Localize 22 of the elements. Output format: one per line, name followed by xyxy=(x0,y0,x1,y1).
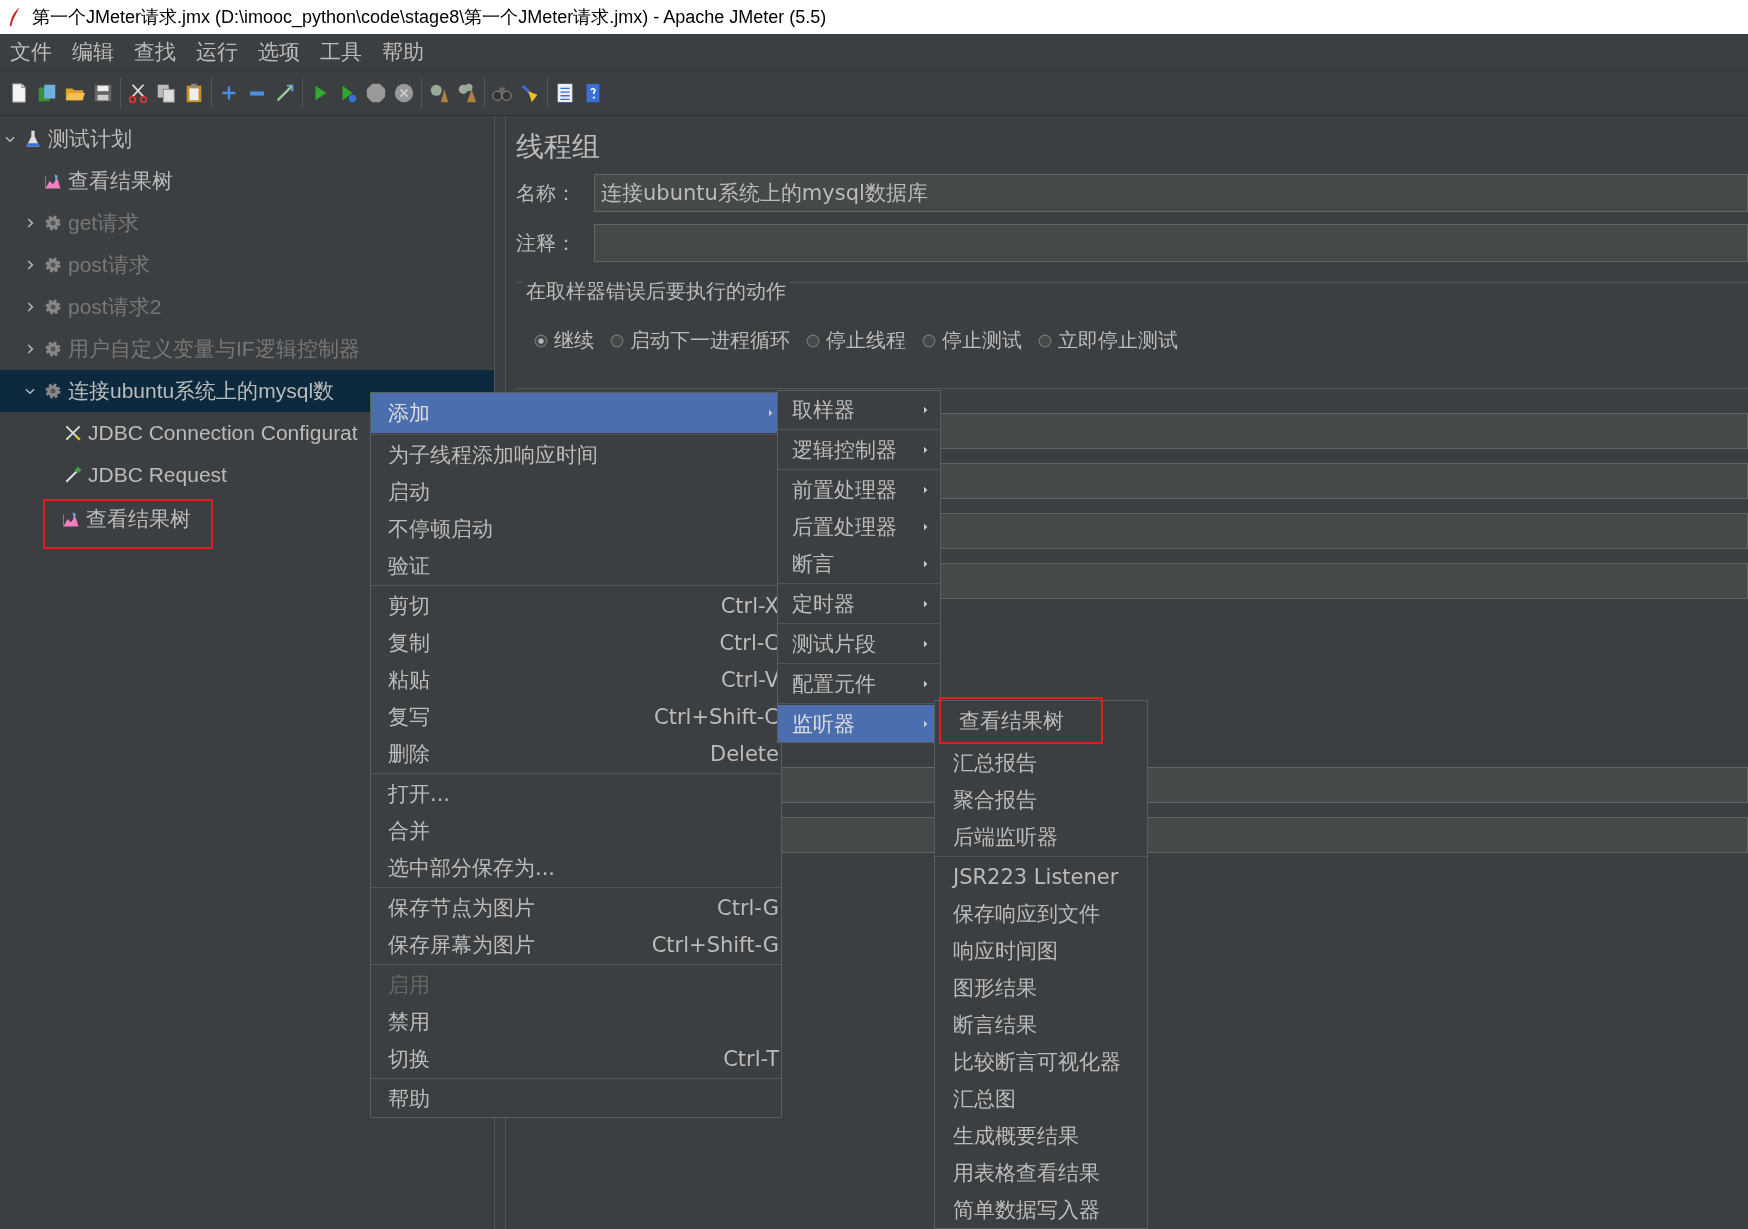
tree-label: post请求2 xyxy=(68,294,162,320)
shortcut-label: Ctrl-G xyxy=(717,895,779,920)
shortcut-label: Ctrl-C xyxy=(719,630,779,655)
tree-label: 用户自定义变量与IF逻辑控制器 xyxy=(68,336,360,362)
tree-label: JDBC Connection Configurat xyxy=(88,421,358,445)
tree-label: 查看结果树 xyxy=(68,168,173,194)
field-label: 名称： xyxy=(516,179,577,207)
tree-label: post请求 xyxy=(68,252,150,278)
window-title: 第一个JMeter请求.jmx (D:\imooc_python\code\stage8\第一个JMeter请求.jmx) - Apache JMeter (5.5) xyxy=(32,6,827,29)
panel-title: 线程组 xyxy=(516,129,601,165)
shortcut-label: Ctrl-X xyxy=(720,593,779,618)
shortcut-label: Delete xyxy=(710,741,779,766)
tree-label: get请求 xyxy=(68,210,140,236)
shortcut-label: Ctrl-V xyxy=(720,667,779,692)
tree-label: 测试计划 xyxy=(48,126,132,152)
tree-label: 连接ubuntu系统上的mysql数 xyxy=(68,378,335,404)
shortcut-label: Ctrl+Shift-C xyxy=(654,704,779,729)
tree-label: JDBC Request xyxy=(88,463,227,487)
shortcut-label: Ctrl-T xyxy=(723,1046,779,1071)
shortcut-label: Ctrl+Shift-G xyxy=(651,932,779,957)
field-label: 注释： xyxy=(516,229,577,257)
tree-label: 查看结果树 xyxy=(86,506,191,532)
